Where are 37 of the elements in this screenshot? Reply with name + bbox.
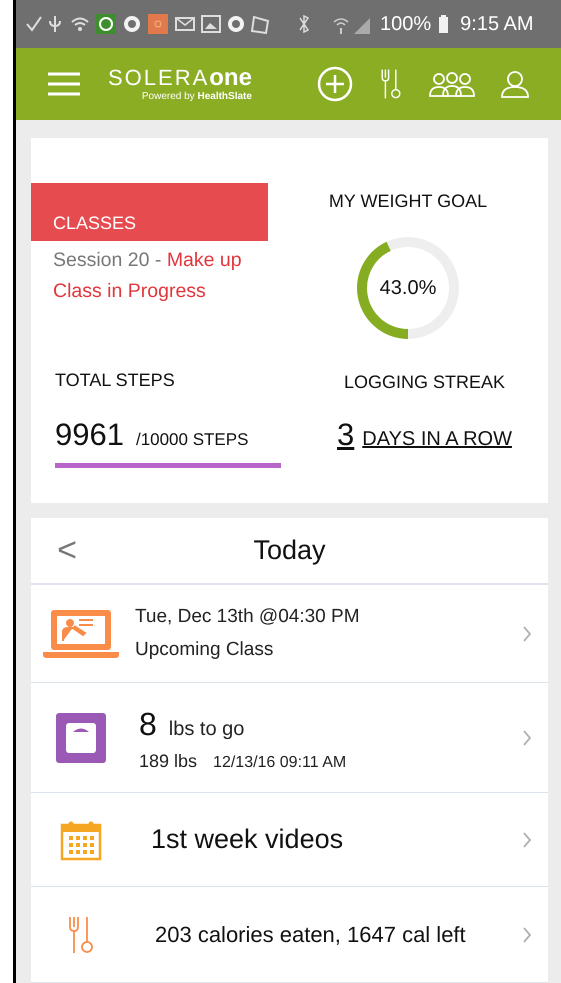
current-weight: 189 lbs	[139, 750, 198, 773]
battery-icon	[439, 15, 448, 33]
pounds-to-go-number: 8	[139, 705, 157, 744]
chevron-right-icon	[522, 728, 532, 746]
logging-streak-title: LOGGING STREAK	[344, 371, 506, 394]
group-icon[interactable]	[429, 70, 475, 98]
profile-icon[interactable]	[501, 70, 529, 98]
class-session-text: Session 20 - Make up Class in Progress	[52, 248, 243, 304]
clock: 9:15 AM	[460, 12, 534, 37]
weight-goal-title: MY WEIGHT GOAL	[328, 190, 488, 213]
menu-icon[interactable]	[48, 71, 80, 97]
chevron-right-icon	[522, 830, 532, 848]
logo-tagline: Powered by HealthSlate	[142, 92, 252, 102]
weigh-in-time: 12/13/16 09:11 AM	[213, 753, 346, 773]
streak-label[interactable]: DAYS IN A ROW	[362, 424, 512, 454]
laptop-presenter-icon	[43, 608, 119, 660]
add-icon[interactable]	[317, 66, 353, 102]
class-label: Upcoming Class	[135, 638, 274, 662]
steps-goal: /10000 STEPS	[136, 429, 248, 451]
streak-count: 3	[337, 416, 354, 454]
classes-banner[interactable]: CLASSES	[31, 183, 268, 241]
videos-label: 1st week videos	[151, 824, 344, 854]
class-time: Tue, Dec 13th @04:30 PM	[135, 605, 361, 629]
today-title: Today	[253, 534, 326, 568]
app-logo: SOLERAone	[108, 66, 252, 90]
scale-icon	[56, 712, 106, 762]
battery-percent: 100%	[380, 12, 432, 37]
total-steps-title: TOTAL STEPS	[55, 369, 176, 392]
chevron-right-icon	[522, 624, 532, 642]
weight-goal-percent: 43.0%	[380, 276, 436, 301]
pounds-to-go-label: lbs to go	[168, 717, 244, 742]
calories-summary: 203 calories eaten, 1647 cal left	[155, 922, 466, 947]
back-button[interactable]: <	[47, 525, 87, 576]
fork-spoon-icon	[66, 914, 96, 954]
chevron-right-icon	[522, 926, 532, 944]
steps-count: 9961	[55, 416, 124, 454]
calendar-icon	[60, 818, 102, 860]
